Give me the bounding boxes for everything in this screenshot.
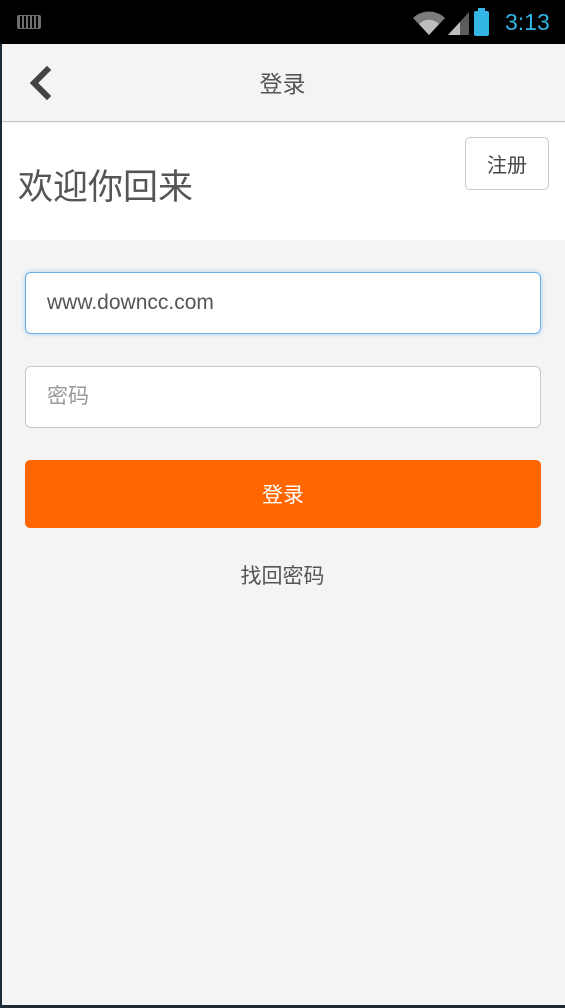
welcome-section: 欢迎你回来 注册 (0, 123, 565, 240)
forgot-password-link[interactable]: 找回密码 (0, 562, 565, 590)
register-button[interactable]: 注册 (465, 137, 549, 190)
login-button[interactable]: 登录 (25, 460, 541, 528)
nav-bar: 登录 (0, 44, 565, 122)
welcome-title: 欢迎你回来 (18, 168, 194, 208)
signal-icon (448, 12, 469, 35)
battery-icon (474, 8, 489, 36)
status-clock: 3:13 (505, 9, 550, 35)
page-title: 登录 (259, 72, 306, 98)
screen-edge-left (0, 44, 2, 1008)
username-input[interactable] (25, 272, 541, 334)
wifi-icon (413, 11, 445, 35)
password-input[interactable] (25, 366, 541, 428)
status-bar: 3:13 (0, 0, 565, 44)
keyboard-icon (17, 15, 41, 29)
